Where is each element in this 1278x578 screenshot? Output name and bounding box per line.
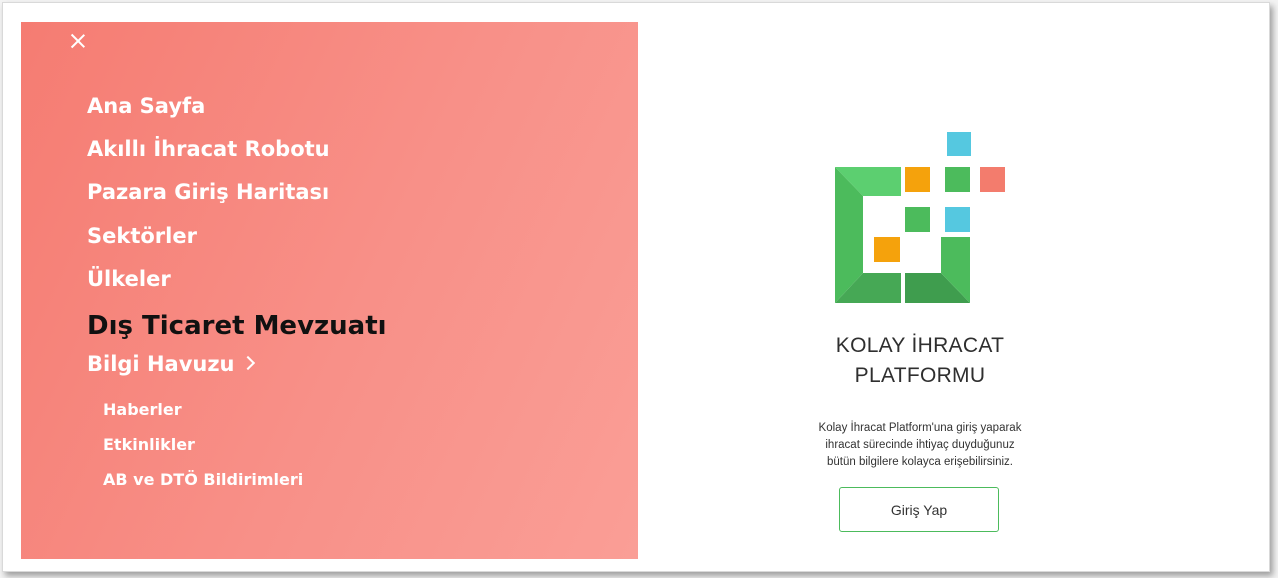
sub-item-ab-ve-dto-bildirimleri[interactable]: AB ve DTÖ Bildirimleri — [103, 470, 303, 489]
brand-title-line1: KOLAY İHRACAT — [835, 334, 1005, 357]
chevron-right-icon — [240, 355, 255, 371]
nav-item-dis-ticaret-mevzuati[interactable]: Dış Ticaret Mevzuatı — [87, 311, 387, 341]
nav-item-pazara-giris-haritasi[interactable]: Pazara Giriş Haritası — [87, 180, 329, 204]
brand-title-line2: PLATFORMU — [854, 364, 986, 387]
brand-description: Kolay İhracat Platform'una giriş yaparak… — [770, 420, 1070, 471]
nav-item-ana-sayfa[interactable]: Ana Sayfa — [87, 94, 205, 118]
sub-item-haberler[interactable]: Haberler — [103, 400, 182, 419]
sub-item-etkinlikler[interactable]: Etkinlikler — [103, 435, 195, 454]
nav-item-ulkeler[interactable]: Ülkeler — [87, 267, 171, 291]
description-line: Kolay İhracat Platform'una giriş yaparak — [818, 422, 1022, 434]
login-button[interactable]: Giriş Yap — [839, 487, 999, 532]
close-icon[interactable] — [68, 31, 88, 51]
nav-item-sektorler[interactable]: Sektörler — [87, 224, 197, 248]
nav-item-bilgi-havuzu-label: Bilgi Havuzu — [87, 352, 235, 376]
nav-item-akilli-ihracat-robotu[interactable]: Akıllı İhracat Robotu — [87, 137, 330, 161]
nav-item-bilgi-havuzu[interactable]: Bilgi Havuzu — [87, 352, 255, 376]
description-line: ihracat sürecinde ihtiyaç duyduğunuz — [825, 439, 1015, 451]
kolay-ihracat-logo — [835, 132, 1005, 303]
description-line: bütün bilgilere kolayca erişebilirsiniz. — [826, 456, 1013, 468]
